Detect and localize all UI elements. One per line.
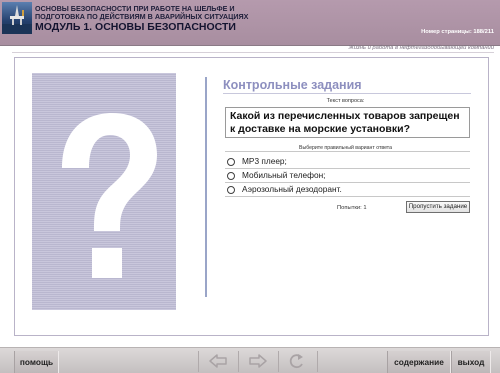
reload-icon[interactable] <box>287 353 307 369</box>
forward-arrow-icon[interactable] <box>248 353 268 369</box>
option-divider <box>225 168 470 169</box>
contents-button[interactable]: содержание <box>387 351 451 373</box>
radio-button[interactable] <box>227 172 235 180</box>
nav-separator <box>198 351 199 372</box>
page-number: Номер страницы: 188/211 <box>421 29 494 35</box>
answer-option-label: Аэрозольный дезодорант. <box>242 184 342 194</box>
oil-platform-icon <box>2 2 32 34</box>
question-box: Какой из перечисленных товаров запрещен … <box>225 107 470 138</box>
option-divider <box>225 182 470 183</box>
question-label: Текст вопроса: <box>326 98 365 104</box>
subtitle: Жизнь и работа в нефтегазодобывающей ком… <box>348 45 495 51</box>
vertical-divider <box>205 77 207 297</box>
answer-option-label: МР3 плеер; <box>242 156 287 166</box>
footer-toolbar: помощь содержание выход <box>0 347 500 373</box>
help-button[interactable]: помощь <box>14 351 59 373</box>
header: ОСНОВЫ БЕЗОПАСНОСТИ ПРИ РАБОТЕ НА ШЕЛЬФЕ… <box>0 0 500 45</box>
content-frame: Контрольные задания Текст вопроса: Какой… <box>14 57 489 336</box>
question-text: Какой из перечисленных товаров запрещен … <box>230 110 460 135</box>
section-title-underline <box>223 93 471 94</box>
skip-task-button[interactable]: Пропустить задание <box>406 201 470 213</box>
question-mark-icon <box>62 113 157 278</box>
question-image <box>32 73 176 310</box>
module-title: МОДУЛЬ 1. ОСНОВЫ БЕЗОПАСНОСТИ <box>35 21 236 33</box>
exit-button[interactable]: выход <box>451 351 491 373</box>
course-title-line2: ПОДГОТОВКА ПО ДЕЙСТВИЯМ В АВАРИЙНЫХ СИТУ… <box>35 12 249 21</box>
nav-separator <box>238 351 239 372</box>
back-arrow-icon[interactable] <box>208 353 228 369</box>
radio-button[interactable] <box>227 186 235 194</box>
section-title: Контрольные задания <box>223 78 362 92</box>
subtitle-divider <box>12 52 494 53</box>
answer-divider <box>225 151 470 152</box>
nav-separator <box>317 351 318 372</box>
radio-button[interactable] <box>227 158 235 166</box>
navigation-controls <box>198 349 318 373</box>
nav-separator <box>278 351 279 372</box>
attempts-counter: Попытки: 1 <box>337 205 367 211</box>
answer-option-label: Мобильный телефон; <box>242 170 326 180</box>
option-divider <box>225 196 470 197</box>
